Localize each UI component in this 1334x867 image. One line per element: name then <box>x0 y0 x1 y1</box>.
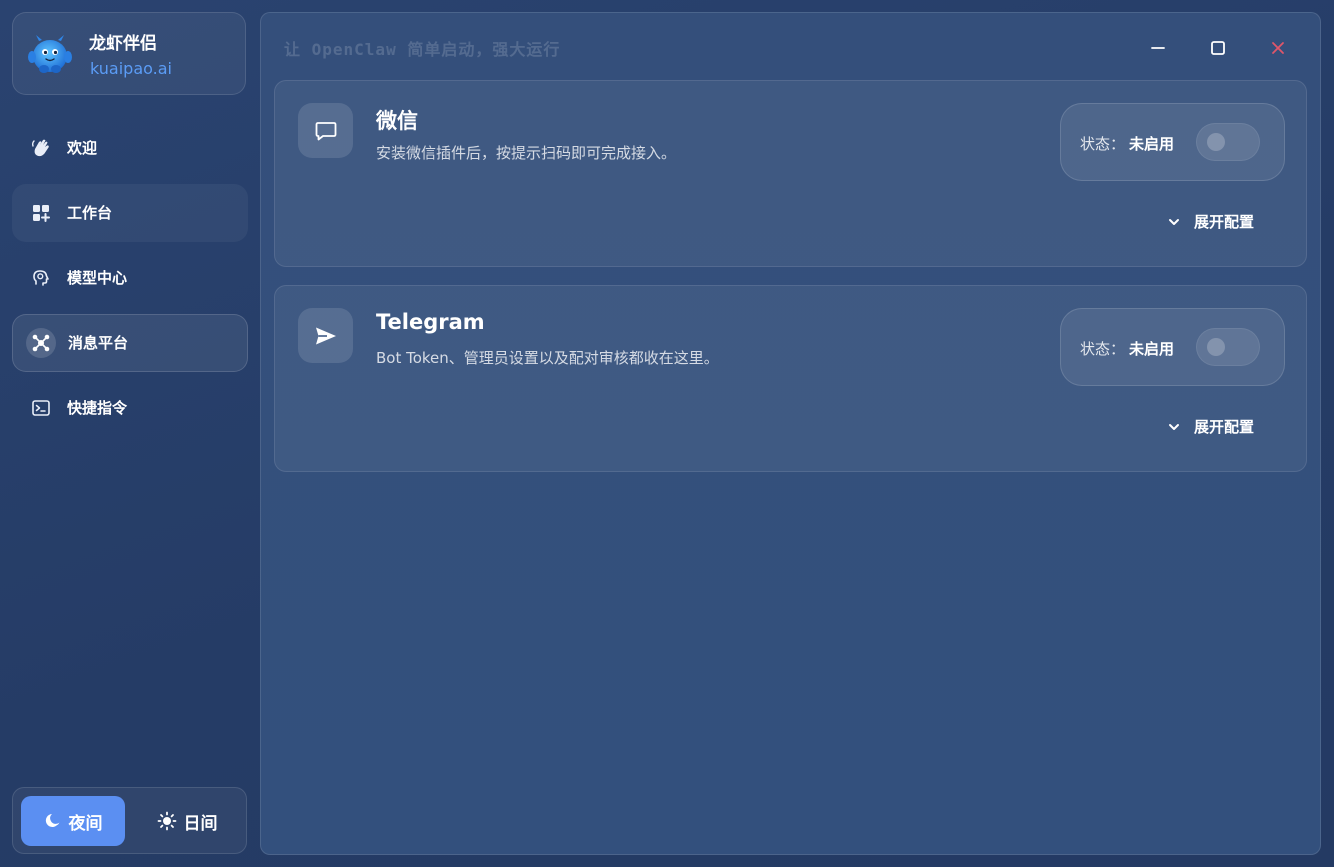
theme-switch: 夜间 日间 <box>12 787 247 854</box>
telegram-enable-toggle[interactable] <box>1196 328 1260 366</box>
app-window: 龙虾伴侣 kuaipao.ai 欢迎 工作台 模型中心 消息平台 快捷指令 夜间… <box>0 0 1334 867</box>
sidebar-item-shortcuts[interactable]: 快捷指令 <box>12 379 248 437</box>
brain-head-icon <box>29 266 53 290</box>
close-icon <box>1272 42 1284 54</box>
status-value: 未启用 <box>1129 135 1175 153</box>
telegram-card: Telegram Bot Token、管理员设置以及配对审核都收在这里。 状态：… <box>274 285 1307 472</box>
sidebar-item-welcome[interactable]: 欢迎 <box>12 119 248 177</box>
sidebar-item-label: 快捷指令 <box>67 399 128 417</box>
terminal-icon <box>29 396 53 420</box>
card-description: 安装微信插件后，按提示扫码即可完成接入。 <box>376 144 677 162</box>
moon-icon <box>45 814 59 827</box>
close-button[interactable] <box>1265 35 1291 61</box>
chevron-down-icon <box>1169 423 1179 430</box>
maximize-button[interactable] <box>1205 35 1231 61</box>
day-mode-label: 日间 <box>183 813 218 834</box>
sidebar-item-model-center[interactable]: 模型中心 <box>12 249 248 307</box>
sidebar-item-label: 消息平台 <box>68 334 129 352</box>
sidebar-item-label: 欢迎 <box>67 139 98 157</box>
status-value: 未启用 <box>1129 340 1175 358</box>
sidebar-item-label: 工作台 <box>67 204 113 222</box>
night-mode-label: 夜间 <box>68 813 103 834</box>
send-plane-icon <box>298 308 353 363</box>
toggle-knob <box>1207 133 1225 151</box>
day-mode-button[interactable]: 日间 <box>135 796 239 846</box>
brand-site-link[interactable]: kuaipao.ai <box>90 59 172 78</box>
wechat-card: 微信 安装微信插件后，按提示扫码即可完成接入。 状态： 未启用 展开配置 <box>274 80 1307 267</box>
brand-header: 龙虾伴侣 kuaipao.ai <box>12 12 246 95</box>
sidebar-item-message-platform[interactable]: 消息平台 <box>12 314 248 372</box>
expand-label: 展开配置 <box>1194 213 1255 231</box>
minimize-button[interactable] <box>1145 35 1171 61</box>
maximize-icon <box>1211 41 1225 55</box>
night-mode-button[interactable]: 夜间 <box>21 796 125 846</box>
telegram-expand-config-button[interactable]: 展开配置 <box>1168 416 1254 437</box>
minimize-icon <box>1151 47 1165 49</box>
status-pill: 状态： 未启用 <box>1060 103 1285 181</box>
status-label: 状态： <box>1080 340 1126 358</box>
clap-hands-icon <box>29 136 53 160</box>
chevron-down-icon <box>1169 218 1179 225</box>
card-title: Telegram <box>376 310 485 334</box>
brand-name: 龙虾伴侣 <box>89 34 157 54</box>
card-title: 微信 <box>376 109 418 133</box>
toggle-knob <box>1207 338 1225 356</box>
chat-bubble-icon <box>298 103 353 158</box>
wechat-enable-toggle[interactable] <box>1196 123 1260 161</box>
sidebar-item-workbench[interactable]: 工作台 <box>12 184 248 242</box>
wechat-expand-config-button[interactable]: 展开配置 <box>1168 211 1254 232</box>
sidebar-item-label: 模型中心 <box>67 269 128 287</box>
app-tagline: 让 OpenClaw 简单启动，强大运行 <box>284 40 561 59</box>
card-description: Bot Token、管理员设置以及配对审核都收在这里。 <box>376 349 719 367</box>
mascot-logo-icon <box>28 35 72 73</box>
main-panel: 让 OpenClaw 简单启动，强大运行 微信 安装微信插件后，按提示扫码即可完… <box>260 12 1321 855</box>
sun-icon <box>157 811 176 831</box>
network-hub-icon <box>26 328 56 358</box>
status-pill: 状态： 未启用 <box>1060 308 1285 386</box>
expand-label: 展开配置 <box>1194 418 1255 436</box>
status-label: 状态： <box>1080 135 1126 153</box>
dashboard-grid-icon <box>29 201 53 225</box>
